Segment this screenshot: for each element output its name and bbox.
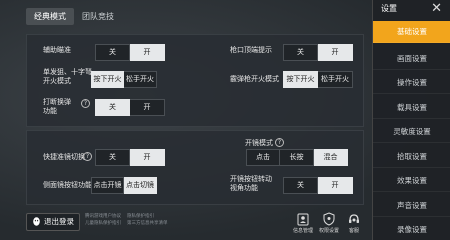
single-shot-press[interactable]: 按下开火 [91,71,124,88]
link-child-privacy[interactable]: 儿童隐私保护指引 [85,220,121,227]
interrupt-reload-toggle: 关 开 [95,99,165,116]
shotgun-press[interactable]: 按下开火 [283,71,318,88]
quick-scope-label: 快捷准镜切换 [43,153,85,161]
help-icon[interactable]: ? [83,152,92,161]
sidebar-item-effects[interactable]: 效果设置 [373,170,450,192]
side-scope-open[interactable]: 点击开镜 [91,177,124,194]
scope-mode-hold[interactable]: 长按 [280,149,314,166]
sidebar-item-vehicle[interactable]: 载具设置 [373,97,450,119]
privacy-icon [323,212,335,226]
mode-tabs: 经典模式 团队竞技 [26,8,122,25]
info-manage-label: 信息管理 [292,228,313,234]
legal-links: 腾讯游戏用户协议 隐私保护指引 儿童隐私保护指引 第三方信息共享清单 [85,213,168,227]
fire-settings-panel: 辅助瞄准 关 开 枪口顶端提示 关 开 单发狙、十字弩开火模式 按下开火 松手开… [26,34,364,127]
single-shot-release[interactable]: 松手开火 [124,71,157,88]
scope-rotate-label: 开镜按钮转动视角功能 [230,175,272,192]
scope-rotate-toggle: 关 开 [283,177,353,194]
shotgun-toggle: 按下开火 松手开火 [283,71,353,88]
assist-aim-on[interactable]: 开 [130,44,165,61]
tab-team[interactable]: 团队竞技 [74,8,122,25]
sidebar-item-controls[interactable]: 操作设置 [373,72,450,94]
tab-classic[interactable]: 经典模式 [26,8,74,25]
logout-button[interactable]: 退出登录 [26,213,80,231]
interrupt-reload-on[interactable]: 开 [130,99,165,116]
sidebar-item-pickup[interactable]: 拾取设置 [373,146,450,168]
privacy-label: 权限设置 [318,228,339,234]
muzzle-tip-label: 枪口顶端提示 [230,46,272,54]
info-manage-button[interactable]: 信息管理 [290,212,316,234]
scope-rotate-on[interactable]: 开 [318,177,353,194]
assist-aim-label: 辅助瞄准 [43,46,71,54]
quick-scope-toggle: 关 开 [95,149,165,166]
interrupt-reload-label: 打断换弹功能 [43,98,71,115]
logout-label: 退出登录 [44,217,74,226]
qq-icon [33,217,40,226]
customer-service-button[interactable]: 客服 [341,212,367,234]
sidebar-title: 设置 [381,4,397,13]
side-scope-label: 侧面镜按钮功能 [43,181,92,189]
settings-sidebar: 设置 ✕ 基础设置 画面设置 操作设置 载具设置 灵敏度设置 拾取设置 效果设置… [372,0,450,240]
close-icon[interactable]: ✕ [431,1,442,16]
privacy-button[interactable]: 权限设置 [316,212,342,234]
customer-service-label: 客服 [348,228,359,234]
side-scope-toggle: 点击开镜 点击切镜 [91,177,157,194]
customer-service-icon [349,214,359,223]
quick-scope-on[interactable]: 开 [130,149,165,166]
assist-aim-off[interactable]: 关 [95,44,130,61]
sidebar-item-sensitivity[interactable]: 灵敏度设置 [373,121,450,143]
sidebar-item-graphics[interactable]: 画面设置 [373,48,450,70]
scope-mode-mixed[interactable]: 混合 [314,149,348,166]
muzzle-tip-on[interactable]: 开 [318,44,353,61]
scope-mode-label: 开镜模式 [245,139,273,147]
muzzle-tip-toggle: 关 开 [283,44,353,61]
scope-settings-panel: 快捷准镜切换 ? 关 开 开镜模式 ? 点击 长按 混合 侧面镜按钮功能 点击开… [26,130,364,205]
scope-mode-selector: 点击 长按 混合 [246,149,348,166]
shotgun-release[interactable]: 松手开火 [318,71,353,88]
assist-aim-toggle: 关 开 [95,44,165,61]
single-shot-label: 单发狙、十字弩开火模式 [43,68,92,85]
sidebar-item-sound[interactable]: 声音设置 [373,195,450,217]
muzzle-tip-off[interactable]: 关 [283,44,318,61]
quick-scope-off[interactable]: 关 [95,149,130,166]
scope-rotate-off[interactable]: 关 [283,177,318,194]
link-user-agreement[interactable]: 腾讯游戏用户协议 [85,213,121,220]
sidebar-item-basic[interactable]: 基础设置 [373,21,450,43]
shotgun-label: 霰弹枪开火模式 [230,75,279,83]
interrupt-reload-off[interactable]: 关 [95,99,130,116]
help-icon[interactable]: ? [81,99,90,108]
single-shot-toggle: 按下开火 松手开火 [91,71,157,88]
info-manage-icon [297,213,309,226]
scope-mode-tap[interactable]: 点击 [246,149,280,166]
link-third-party[interactable]: 第三方信息共享清单 [127,220,168,227]
link-privacy[interactable]: 隐私保护指引 [127,213,154,220]
sidebar-item-replay[interactable]: 录像设置 [373,219,450,240]
side-scope-switch[interactable]: 点击切镜 [124,177,157,194]
help-icon[interactable]: ? [275,138,284,147]
